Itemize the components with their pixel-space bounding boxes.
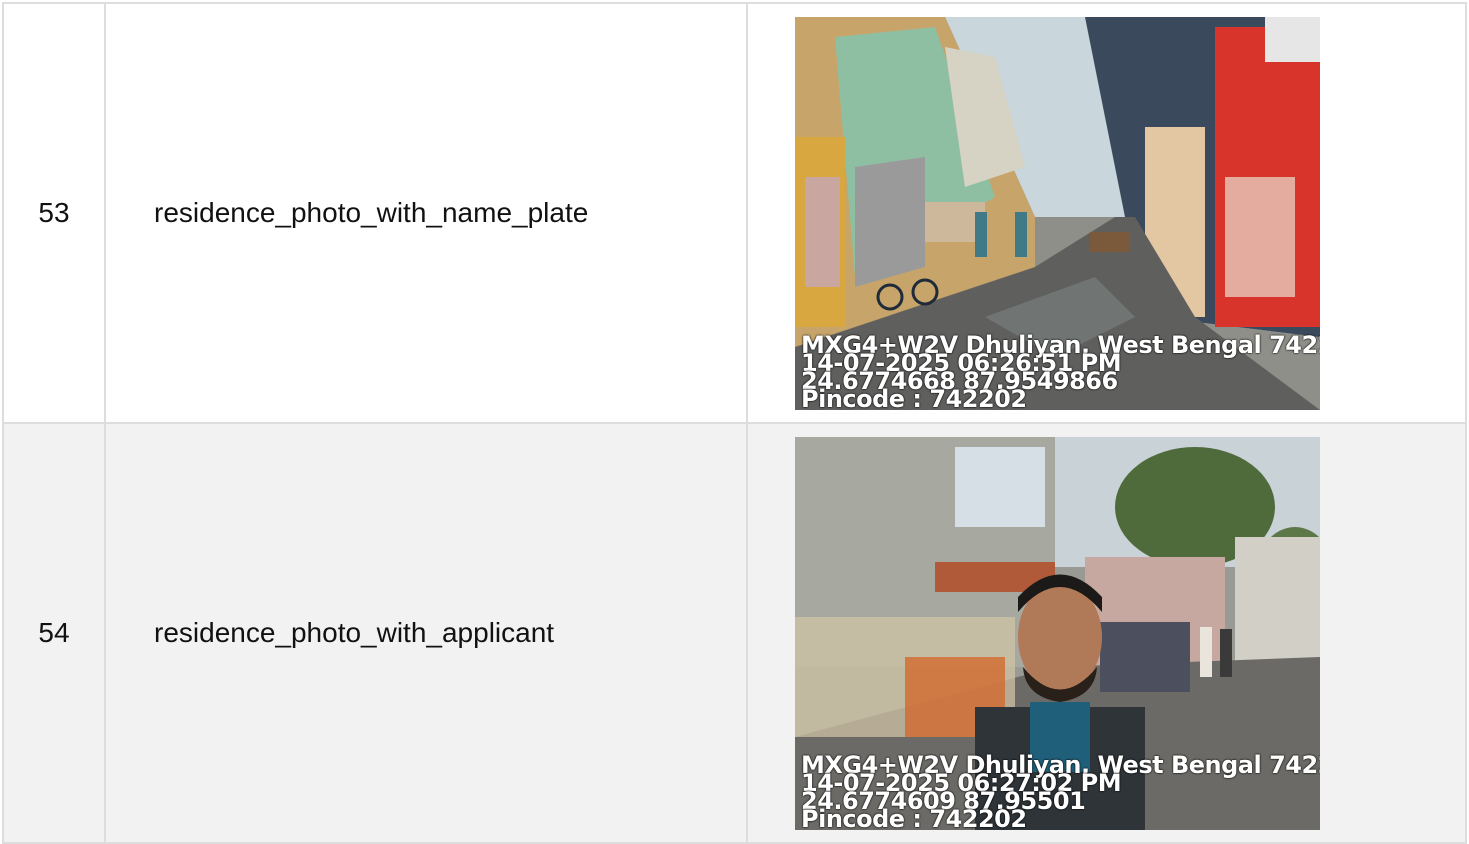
- field-name: residence_photo_with_name_plate: [104, 2, 748, 424]
- applicant-photo: MXG4+W2V Dhuliyan, West Bengal 742202, 1…: [795, 436, 1320, 830]
- field-name: residence_photo_with_applicant: [104, 422, 748, 844]
- row-number: 53: [2, 2, 106, 424]
- photo-stamp: MXG4+W2V Dhuliyan, West Bengal 742202, 1…: [801, 753, 1320, 830]
- table-row: 53 residence_photo_with_name_plate MXG4+…: [2, 2, 1467, 424]
- residence-photo: MXG4+W2V Dhuliyan, West Bengal 742202, 1…: [795, 16, 1320, 410]
- table-row: 54 residence_photo_with_applicant MXG4+W…: [2, 422, 1467, 844]
- photo-cell: MXG4+W2V Dhuliyan, West Bengal 742202, 1…: [746, 422, 1467, 844]
- photo-cell: MXG4+W2V Dhuliyan, West Bengal 742202, 1…: [746, 2, 1467, 424]
- photo-stamp: MXG4+W2V Dhuliyan, West Bengal 742202, 1…: [801, 333, 1320, 410]
- row-number: 54: [2, 422, 106, 844]
- document-table: 53 residence_photo_with_name_plate MXG4+…: [2, 2, 1467, 844]
